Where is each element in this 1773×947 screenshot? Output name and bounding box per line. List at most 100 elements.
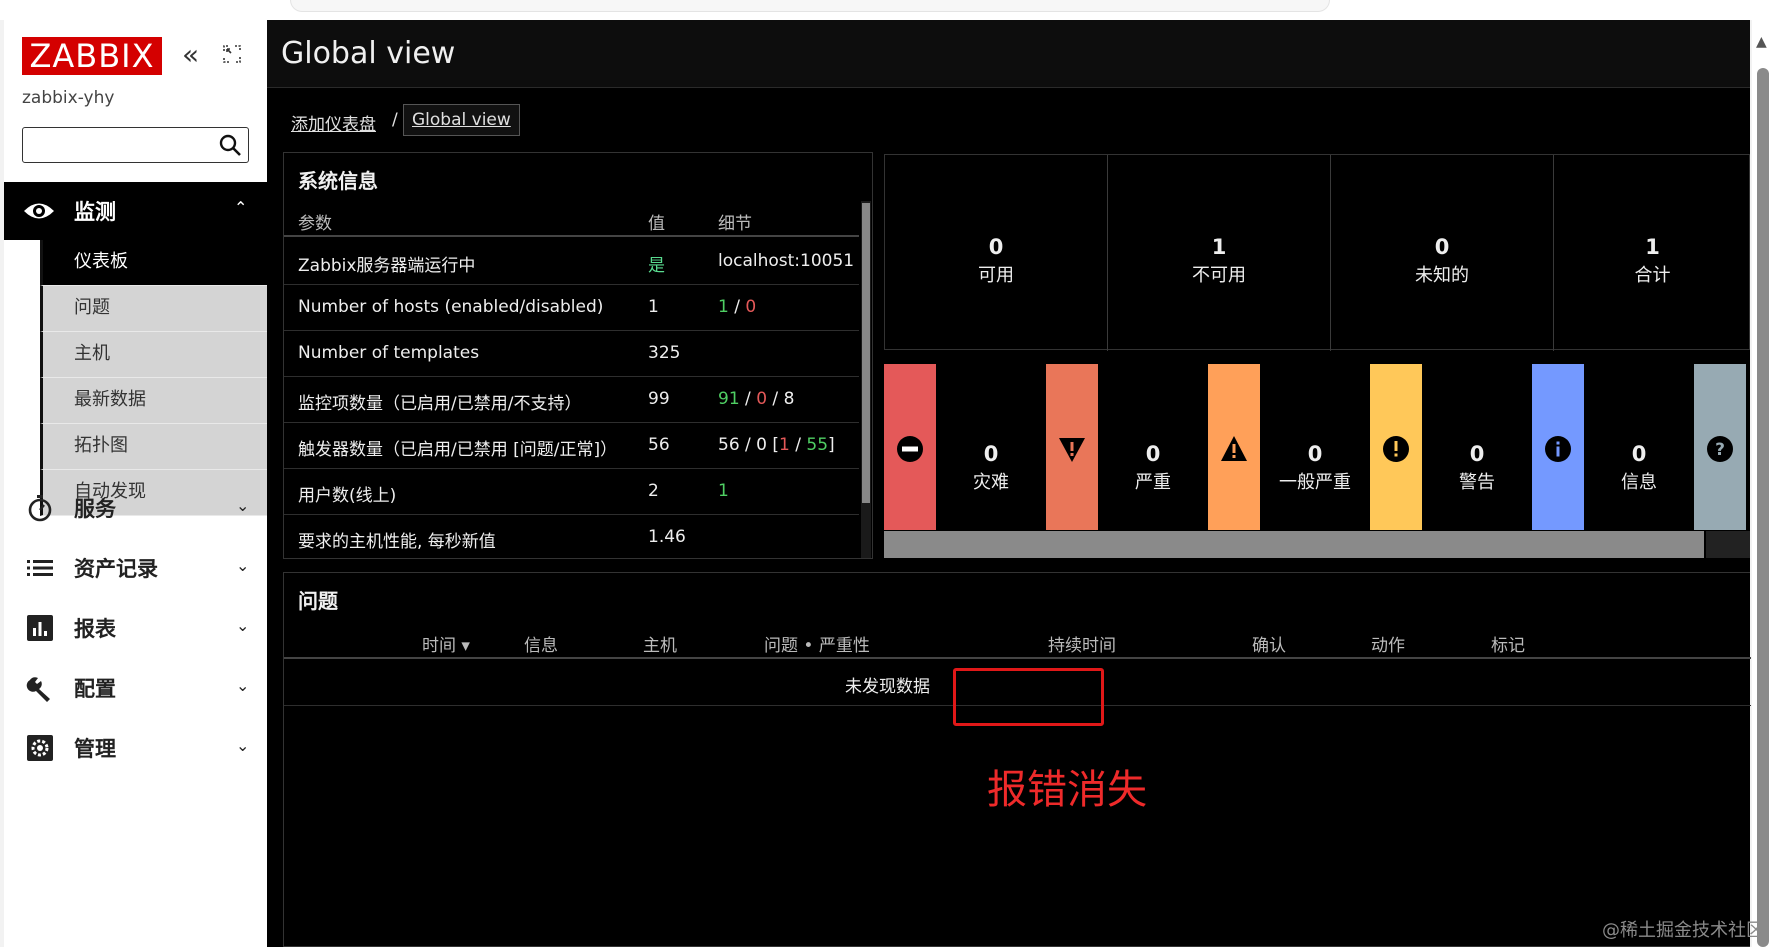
label: 信息: [1621, 472, 1657, 493]
problem-count: 1: [779, 435, 790, 455]
table-header: 时间 ▾ 信息 主机 问题 • 严重性 持续时间 确认 动作 标记: [284, 619, 1751, 659]
table-row: 触发器数量（已启用/已禁用 [问题/正常]） 56 56 / 0 [1 / 55…: [284, 423, 859, 469]
submenu-item-hosts[interactable]: 主机: [40, 332, 267, 378]
submenu-item-maps[interactable]: 拓扑图: [40, 424, 267, 470]
watermark: @稀土掘金技术社区: [1602, 920, 1764, 941]
severity-warning[interactable]: 0 警告: [1422, 364, 1532, 530]
scrollbar-thumb[interactable]: [1757, 68, 1769, 947]
no-entry-icon: [897, 436, 923, 462]
submenu-item-latest-data[interactable]: 最新数据: [40, 378, 267, 424]
exclamation-circle-icon: [1383, 436, 1409, 462]
browser-address-bar[interactable]: [290, 0, 1330, 12]
table-row: Number of templates 325: [284, 331, 859, 377]
label: 未知的: [1415, 265, 1469, 286]
search-input[interactable]: [22, 127, 249, 163]
count: 1: [1211, 235, 1227, 259]
zabbix-logo[interactable]: ZABBIX: [22, 37, 162, 75]
menu-administration[interactable]: 管理 ⌄: [4, 718, 267, 778]
submenu-item-dashboard[interactable]: 仪表板: [40, 240, 267, 286]
table-row: Zabbix服务器端运行中 是 localhost:10051: [284, 239, 859, 285]
count: 0: [1145, 442, 1161, 466]
column-header-time[interactable]: 时间 ▾: [422, 631, 470, 656]
table-header: 参数 值 细节: [284, 197, 859, 237]
severity-average[interactable]: 0 一般严重: [1260, 364, 1370, 530]
menu-reports-label: 报表: [74, 617, 116, 641]
breadcrumb-current-dashboard[interactable]: Global view: [403, 104, 520, 136]
page-scrollbar[interactable]: ▲: [1752, 20, 1773, 947]
column-header: 细节: [718, 214, 752, 234]
table-row: Number of hosts (enabled/disabled) 1 1 /…: [284, 285, 859, 331]
column-header-actions: 动作: [1371, 636, 1405, 656]
warning-triangle-icon: [1221, 436, 1247, 461]
problems-by-severity-widget: 0 灾难 0 严重 0 一般严重 0 警告 0 信息 ?: [884, 364, 1750, 560]
column-header: 值: [648, 214, 665, 234]
detail-cell: 56 / 0 [1 / 55]: [718, 435, 835, 455]
chevron-down-icon: ⌄: [236, 556, 250, 575]
severity-not-classified-swatch: ?: [1694, 364, 1746, 530]
param-cell: Zabbix服务器端运行中: [298, 256, 476, 276]
list-icon: [27, 560, 53, 576]
menu-inventory-label: 资产记录: [74, 557, 158, 581]
server-name: zabbix-yhy: [22, 88, 115, 108]
breadcrumb-dashboards-link[interactable]: 添加仪表盘: [291, 110, 376, 135]
scrollbar-thumb[interactable]: [862, 203, 870, 503]
param-cell: 用户数(线上): [298, 486, 397, 506]
page-title: Global view: [281, 36, 456, 71]
breadcrumb-separator: /: [392, 110, 398, 130]
ok-count: 55: [806, 435, 829, 455]
column-header-ack: 确认: [1252, 636, 1286, 656]
column-header-info: 信息: [524, 636, 558, 656]
widget-scrollbar[interactable]: [861, 201, 871, 558]
host-availability-unavailable[interactable]: 1 不可用: [1108, 155, 1331, 351]
menu-reports[interactable]: 报表 ⌄: [4, 598, 267, 658]
count: 0: [1469, 442, 1485, 466]
detail-prefix: 56 / 0 [: [718, 435, 780, 455]
collapse-sidebar-icon[interactable]: «: [182, 40, 199, 70]
menu-services[interactable]: 服务 ⌄: [4, 478, 267, 538]
bar-chart-icon: [27, 615, 53, 641]
host-availability-unknown[interactable]: 0 未知的: [1331, 155, 1554, 351]
param-cell: Number of hosts (enabled/disabled): [298, 297, 604, 317]
scroll-up-arrow-icon[interactable]: ▲: [1756, 34, 1767, 50]
column-header-duration: 持续时间: [1048, 636, 1116, 656]
value-cell: 56: [648, 435, 670, 455]
search-icon[interactable]: [218, 133, 242, 157]
chevron-down-icon: ⌄: [236, 736, 250, 755]
severity-information[interactable]: 0 信息: [1584, 364, 1694, 530]
table-row: 用户数(线上) 2 1: [284, 469, 859, 515]
menu-inventory[interactable]: 资产记录 ⌄: [4, 538, 267, 598]
horizontal-scrollbar[interactable]: [884, 531, 1704, 558]
enabled-count: 1: [718, 297, 729, 317]
detail-suffix: ]: [828, 435, 835, 455]
count: 0: [1631, 442, 1647, 466]
label: 一般严重: [1279, 472, 1351, 493]
severity-warning-swatch: [1370, 364, 1422, 530]
eye-icon: [24, 203, 54, 219]
detail-cell: 1 / 0: [718, 297, 756, 317]
severity-disaster-swatch: [884, 364, 936, 530]
chevron-down-icon: ⌄: [236, 616, 250, 635]
host-availability-widget: 0 可用 1 不可用 0 未知的 1 合计: [884, 154, 1751, 351]
menu-administration-label: 管理: [74, 737, 116, 761]
severity-high[interactable]: 0 严重: [1098, 364, 1208, 530]
detail-cell: 1: [718, 481, 729, 501]
param-cell: 监控项数量（已启用/已禁用/不支持）: [298, 394, 582, 414]
menu-configuration-label: 配置: [74, 677, 116, 701]
param-cell: 要求的主机性能, 每秒新值: [298, 532, 496, 552]
count: 0: [1434, 235, 1450, 259]
svg-text:?: ?: [1715, 440, 1725, 460]
kiosk-mode-icon[interactable]: [222, 44, 242, 64]
host-availability-total[interactable]: 1 合计: [1554, 155, 1751, 351]
monitoring-submenu: 仪表板 问题 主机 最新数据 拓扑图 自动发现: [40, 240, 267, 516]
submenu-item-problems[interactable]: 问题: [40, 286, 267, 332]
label: 灾难: [973, 472, 1009, 493]
host-availability-available[interactable]: 0 可用: [885, 155, 1108, 351]
wrench-icon: [26, 677, 50, 702]
label: 警告: [1459, 472, 1495, 493]
severity-disaster[interactable]: 0 灾难: [936, 364, 1046, 530]
value-cell: 1.46: [648, 527, 686, 547]
menu-monitoring[interactable]: 监测 ⌃: [4, 182, 267, 240]
question-circle-icon: ?: [1707, 436, 1733, 462]
label: 可用: [978, 265, 1014, 286]
count: 1: [1645, 235, 1660, 259]
